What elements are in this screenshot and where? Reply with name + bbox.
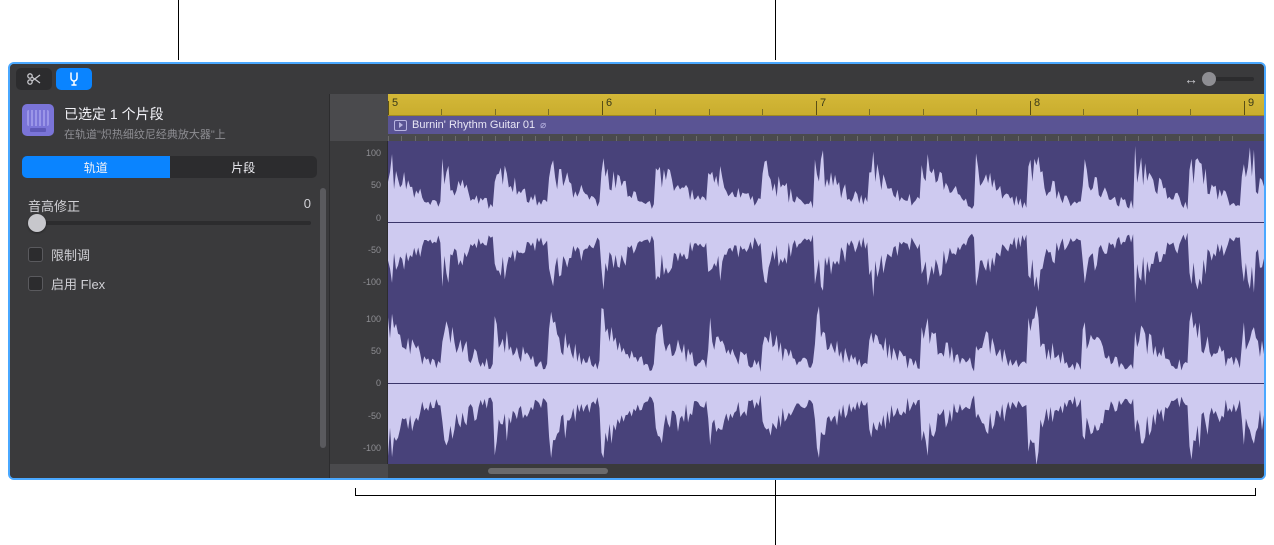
region-header[interactable]: Burnin' Rhythm Guitar 01 ⌀ [388, 116, 1264, 134]
region-name: Burnin' Rhythm Guitar 01 [412, 119, 535, 131]
ruler-mark: 5 [392, 97, 398, 109]
inspector-panel: 已选定 1 个片段 在轨道"炽热细纹尼经典放大器"上 轨道 片段 音高修正 0 [10, 94, 330, 478]
tuning-button[interactable] [56, 68, 92, 90]
amp-icon [22, 104, 54, 136]
tab-track[interactable]: 轨道 [22, 156, 170, 178]
ruler-mark: 9 [1248, 97, 1254, 109]
tuning-fork-icon [67, 71, 81, 87]
y-axis-label: -50 [368, 245, 381, 255]
y-axis-label: 100 [366, 314, 381, 324]
loop-icon: ⌀ [540, 120, 546, 131]
callout-line [1255, 488, 1256, 496]
callout-line [775, 480, 776, 545]
y-axis-label: 50 [371, 346, 381, 356]
play-icon [394, 120, 407, 131]
enable-flex-checkbox[interactable] [28, 276, 43, 291]
amplitude-axis: 100 50 0 -50 -100 100 50 0 -50 -100 [330, 141, 388, 464]
ruler-mark: 6 [606, 97, 612, 109]
y-axis-label: -100 [363, 443, 381, 453]
pitch-correction-label: 音高修正 [28, 196, 80, 215]
scrollbar-thumb[interactable] [488, 468, 608, 474]
scissors-button[interactable] [16, 68, 52, 90]
pitch-correction-value: 0 [304, 196, 311, 215]
y-axis-label: 0 [376, 378, 381, 388]
limit-to-key-label: 限制调 [51, 245, 90, 264]
enable-flex-label: 启用 Flex [51, 274, 105, 293]
pitch-correction-slider[interactable] [28, 221, 311, 225]
time-ruler[interactable]: 5 6 7 8 9 [388, 94, 1264, 116]
horizontal-scrollbar[interactable] [388, 464, 1264, 478]
ruler-mark: 7 [820, 97, 826, 109]
editor-toolbar: ↔ [10, 64, 1264, 94]
audio-editor-panel: ↔ 已选定 1 个片段 在轨道"炽热细纹尼经典放大器"上 轨道 片段 [8, 62, 1266, 480]
callout-line [355, 495, 1255, 496]
zoom-thumb[interactable] [1202, 72, 1216, 86]
horizontal-zoom-slider[interactable]: ↔ [1184, 71, 1258, 87]
limit-to-key-checkbox[interactable] [28, 247, 43, 262]
callout-line [355, 488, 356, 496]
selection-title: 已选定 1 个片段 [64, 104, 317, 124]
y-axis-label: -50 [368, 411, 381, 421]
scissors-icon [26, 72, 42, 86]
y-axis-label: 50 [371, 180, 381, 190]
y-axis-label: 100 [366, 148, 381, 158]
selection-subtitle: 在轨道"炽热细纹尼经典放大器"上 [64, 126, 317, 142]
zoom-arrows-icon: ↔ [1184, 71, 1198, 87]
y-axis-label: -100 [363, 277, 381, 287]
callout-line [178, 0, 179, 60]
ruler-mark: 8 [1034, 97, 1040, 109]
waveform-editor: 5 6 7 8 9 [330, 94, 1264, 478]
zoom-track[interactable] [1204, 77, 1254, 81]
callout-line [775, 0, 776, 60]
waveform-display[interactable] [388, 141, 1264, 464]
y-axis-label: 0 [376, 213, 381, 223]
tab-region[interactable]: 片段 [170, 156, 318, 178]
slider-thumb[interactable] [28, 214, 46, 232]
inspector-scrollbar[interactable] [320, 188, 326, 448]
